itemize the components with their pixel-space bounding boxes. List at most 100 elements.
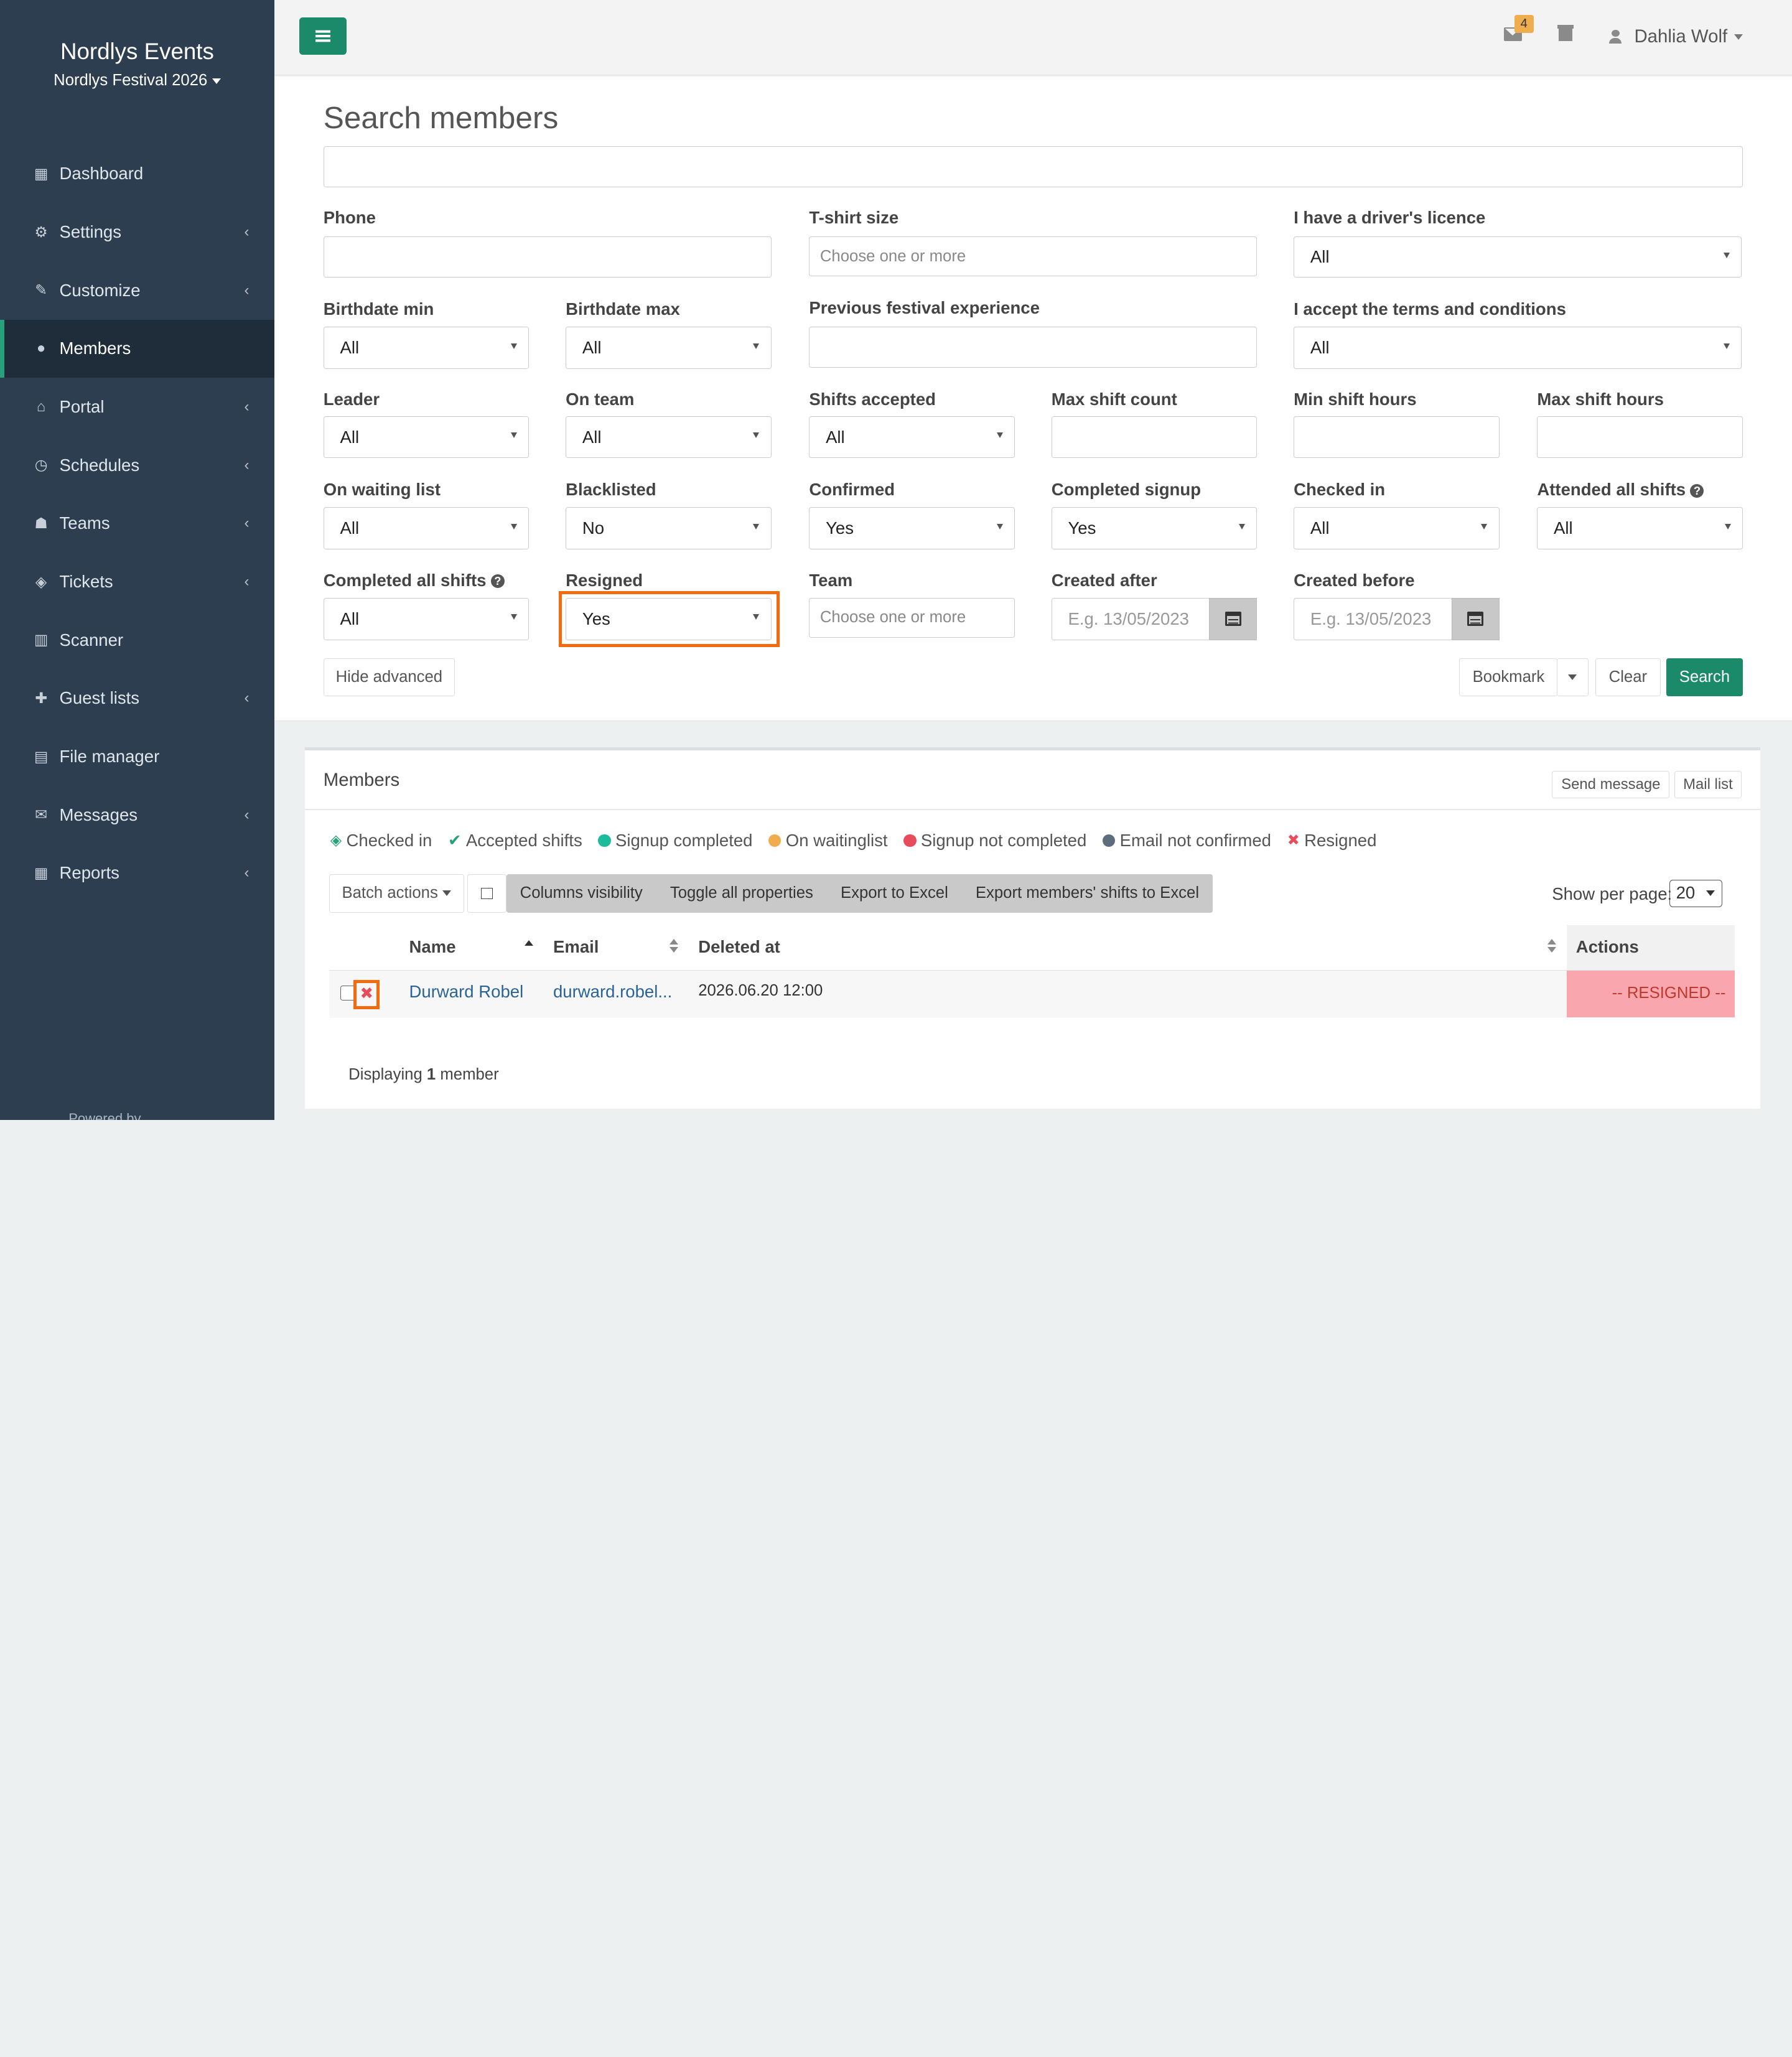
min-shift-hours-input[interactable] [1294,416,1500,459]
send-message-button[interactable]: Send message [1552,771,1670,799]
team-multiselect[interactable]: Choose one or more [809,597,1015,638]
sidebar-item-settings[interactable]: ⚙ Settings ‹ [0,203,274,261]
legend-label: Email not confirmed [1119,830,1272,850]
menu-toggle-button[interactable] [299,17,347,55]
waiting-list-select[interactable]: All [323,507,530,550]
bookmark-button[interactable]: Bookmark [1459,658,1558,696]
on-team-select[interactable]: All [566,416,772,459]
resigned-x-icon: ✖ [360,984,374,1002]
confirmed-select[interactable]: Yes [809,507,1015,550]
calendar-icon: ▦ [34,165,49,182]
help-icon[interactable]: ? [1690,484,1704,498]
select-all-checkbox[interactable] [467,874,506,913]
col-header-name[interactable]: Name [409,937,456,957]
brush-icon: ✎ [35,282,48,299]
member-email-link[interactable]: durward.robel... [553,982,672,1002]
on-team-label: On team [566,389,635,409]
displaying-suffix: member [440,1066,499,1084]
sort-icon [670,947,679,953]
sidebar-item-scanner[interactable]: ▥ Scanner [0,611,274,669]
team-label: Team [809,570,853,590]
completed-all-shifts-select[interactable]: All [323,597,530,640]
per-page-select[interactable]: 20 [1669,879,1722,907]
sidebar-item-schedules[interactable]: ◷ Schedules ‹ [0,436,274,495]
legend-resigned: ✖ Resigned [1287,831,1377,851]
chevron-left-icon: ‹ [244,515,250,532]
created-before-calendar-button[interactable] [1451,597,1500,640]
x-icon: ✖ [1287,832,1300,849]
chevron-left-icon: ‹ [244,223,250,241]
phone-input[interactable] [323,236,772,278]
user-icon: ● [36,340,46,357]
col-header-deleted-at[interactable]: Deleted at [698,937,780,957]
sidebar-item-label: Dashboard [59,164,144,184]
clock-icon: ◷ [34,457,48,474]
sidebar-item-reports[interactable]: ▦ Reports ‹ [0,844,274,902]
user-menu[interactable]: Dahlia Wolf [1609,26,1743,47]
sidebar-item-dashboard[interactable]: ▦ Dashboard [0,145,274,203]
legend-label: Accepted shifts [465,830,582,850]
created-after-calendar-button[interactable] [1209,597,1258,640]
shifts-accepted-select[interactable]: All [809,416,1015,459]
toggle-properties-button[interactable]: Toggle all properties [656,884,827,902]
search-query-input[interactable] [323,146,1743,188]
completed-signup-select[interactable]: Yes [1051,507,1258,550]
max-shift-hours-label: Max shift hours [1537,389,1664,409]
driver-licence-select[interactable]: All [1294,236,1742,278]
help-icon[interactable]: ? [490,574,505,589]
divider [305,808,1760,810]
gift-icon[interactable] [1557,25,1574,42]
tags-icon: ◈ [35,573,47,590]
event-name: Nordlys Festival 2026 [54,72,208,90]
clear-button[interactable]: Clear [1595,658,1661,696]
previous-experience-label: Previous festival experience [809,298,1040,318]
sidebar-item-messages[interactable]: ✉ Messages ‹ [0,786,274,844]
sidebar-item-portal[interactable]: ⌂ Portal ‹ [0,378,274,436]
mail-list-button[interactable]: Mail list [1674,771,1742,799]
birthdate-max-select[interactable]: All [566,327,772,370]
checked-in-select[interactable]: All [1294,507,1500,550]
terms-select[interactable]: All [1294,327,1742,370]
blacklisted-label: Blacklisted [566,480,656,500]
col-header-email[interactable]: Email [553,937,599,957]
sidebar-item-tickets[interactable]: ◈ Tickets ‹ [0,553,274,611]
hide-advanced-button[interactable]: Hide advanced [323,658,455,696]
previous-experience-input[interactable] [809,327,1258,368]
max-shift-hours-input[interactable] [1537,416,1743,459]
tshirt-multiselect[interactable]: Choose one or more [809,236,1258,277]
legend-checked-in: ◈ Checked in [330,831,432,851]
export-excel-button[interactable]: Export to Excel [827,884,962,902]
table-icon: ▦ [34,864,49,882]
birthdate-min-label: Birthdate min [323,299,434,319]
max-shift-count-input[interactable] [1051,416,1258,459]
birthdate-min-select[interactable]: All [323,327,530,370]
blacklisted-select[interactable]: No [566,507,772,550]
export-shifts-excel-button[interactable]: Export members' shifts to Excel [962,884,1213,902]
dot-icon [903,834,917,847]
member-name-link[interactable]: Durward Robel [409,982,524,1002]
batch-actions-button[interactable]: Batch actions [329,874,464,913]
calendar-icon [1467,611,1484,627]
attended-all-shifts-select[interactable]: All [1537,507,1743,550]
search-button[interactable]: Search [1666,658,1743,696]
sidebar-item-teams[interactable]: ☗ Teams ‹ [0,495,274,553]
created-before-input[interactable]: E.g. 13/05/2023 [1294,597,1453,640]
created-after-input[interactable]: E.g. 13/05/2023 [1051,597,1211,640]
resigned-select[interactable]: Yes [566,597,772,640]
sidebar-nav: ▦ Dashboard ⚙ Settings ‹ ✎ Customize ‹ ● Membe… [0,145,274,903]
phone-label: Phone [323,208,376,228]
hamburger-icon [315,35,330,37]
sidebar-item-file-manager[interactable]: ▤ File manager [0,727,274,786]
columns-visibility-button[interactable]: Columns visibility [506,884,656,902]
sidebar-item-members[interactable]: ● Members [0,319,274,378]
sidebar-item-guest-lists[interactable]: ✚ Guest lists ‹ [0,669,274,728]
batch-actions-label: Batch actions [342,884,438,902]
leader-select[interactable]: All [323,416,530,459]
resigned-label: Resigned [566,570,643,590]
event-switcher[interactable]: Nordlys Festival 2026 [0,72,274,90]
dot-icon [768,834,782,847]
sidebar-item-label: Schedules [59,455,140,475]
sort-icon [670,939,679,945]
sidebar-item-customize[interactable]: ✎ Customize ‹ [0,261,274,320]
bookmark-dropdown-button[interactable] [1556,658,1589,696]
